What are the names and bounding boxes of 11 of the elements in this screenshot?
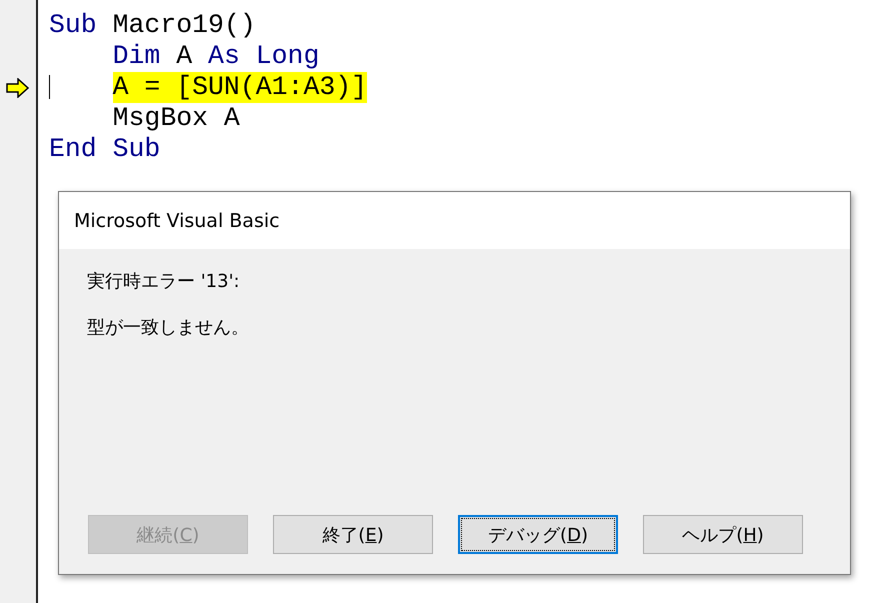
dialog-button[interactable]: デバッグ(D)	[458, 515, 618, 554]
code-line: Sub Macro19()	[49, 10, 256, 41]
code-line: Dim A As Long	[112, 41, 320, 72]
dialog-title: Microsoft Visual Basic	[74, 210, 280, 232]
error-message: 型が一致しません。	[87, 316, 250, 339]
text-cursor	[49, 75, 50, 99]
dialog-button[interactable]: 終了(E)	[273, 515, 433, 554]
dialog-button[interactable]: ヘルプ(H)	[643, 515, 803, 554]
code-line: MsgBox A	[112, 103, 240, 134]
code-line: End Sub	[49, 134, 160, 165]
error-message: 実行時エラー '13':	[87, 270, 241, 293]
